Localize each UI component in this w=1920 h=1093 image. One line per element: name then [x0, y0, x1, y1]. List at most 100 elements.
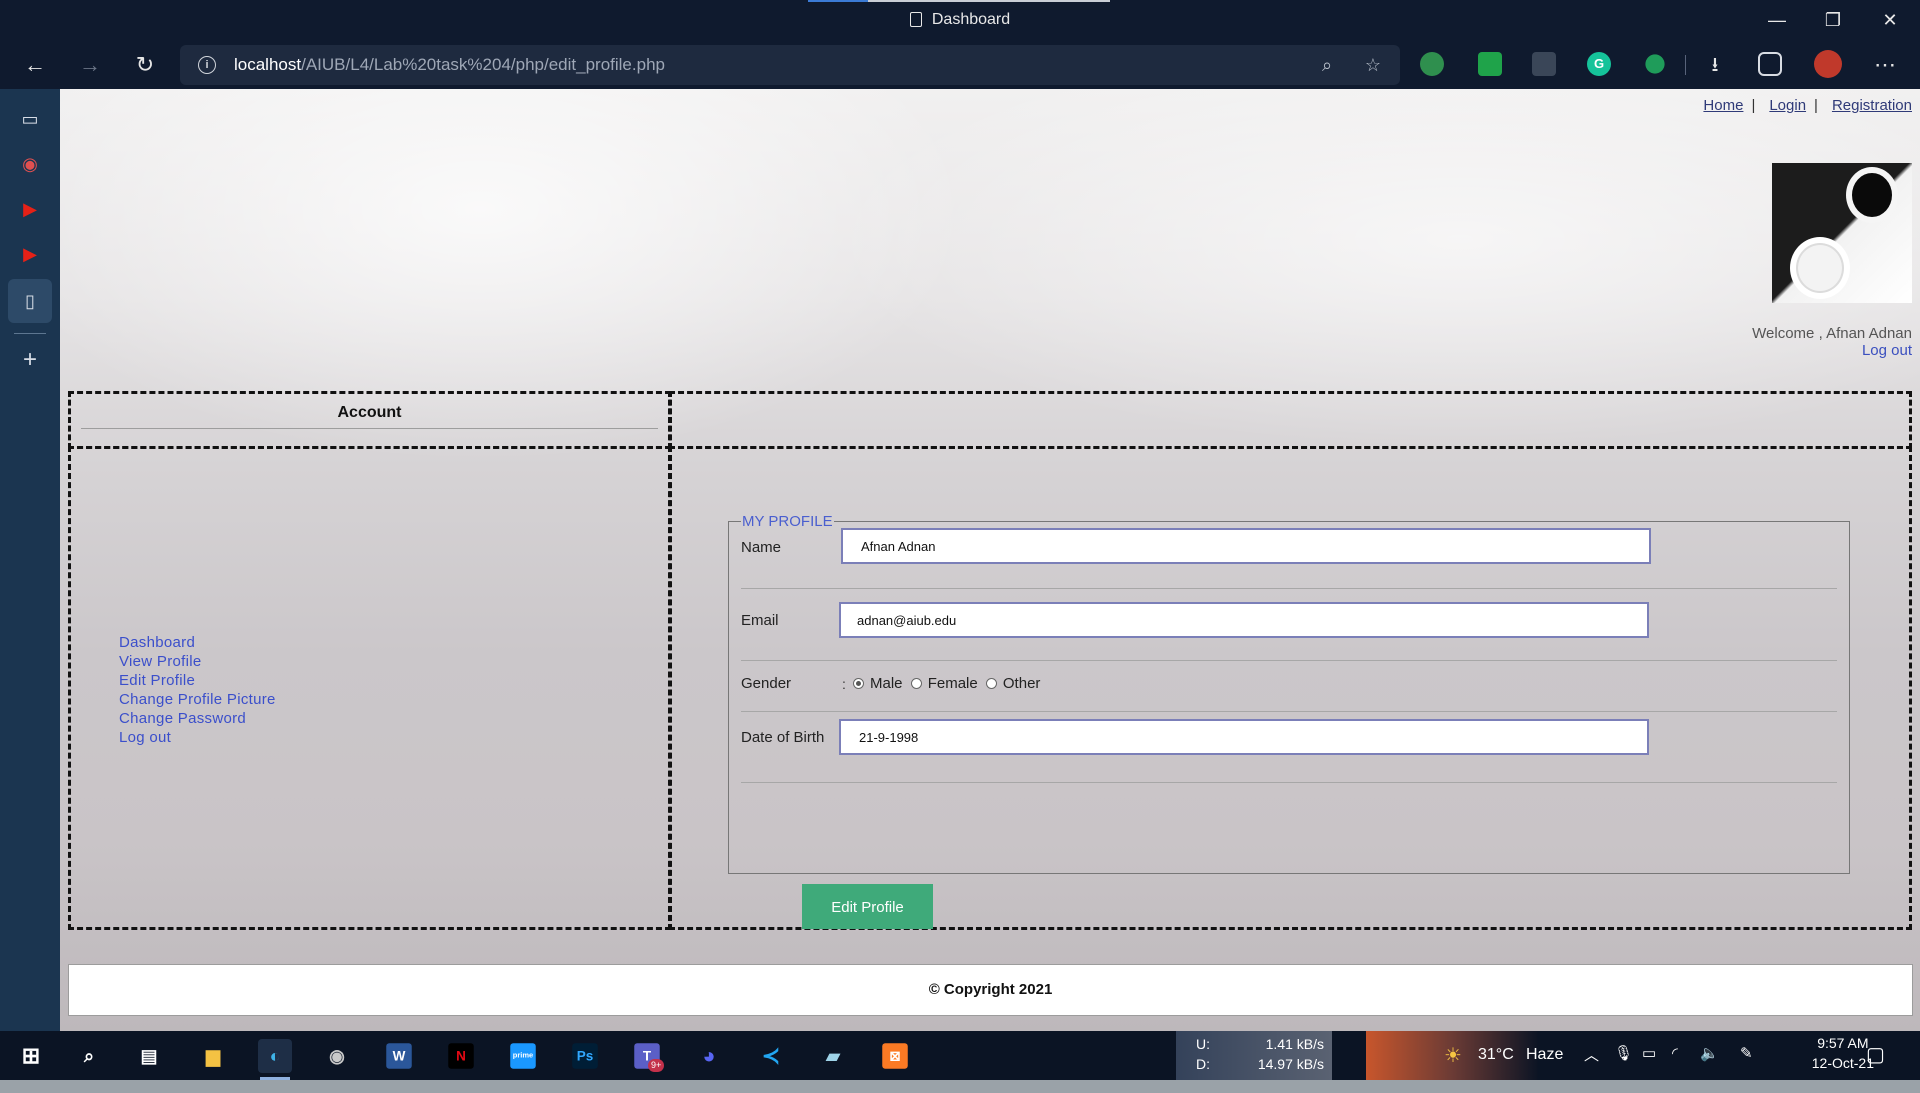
home-link[interactable]: Home [1703, 97, 1743, 114]
temperature: 31°C [1478, 1046, 1514, 1063]
url-path: /AIUB/L4/Lab%20task%204/php/edit_profile… [301, 55, 665, 74]
shield-extension-icon[interactable] [1478, 52, 1502, 76]
forward-button[interactable]: → [75, 51, 105, 79]
profile-avatar[interactable] [1814, 50, 1842, 78]
weather-icon: ☀ [1444, 1045, 1462, 1067]
gender-row: Gender : Male Female Other [741, 660, 1837, 712]
welcome-block: Welcome , Afnan Adnan Log out [1752, 325, 1912, 359]
dob-input[interactable] [839, 719, 1649, 755]
teams-badge: 9+ [648, 1059, 665, 1072]
dashboard-tab-icon[interactable]: ▯ [8, 279, 52, 323]
site-info-icon[interactable]: i [198, 56, 216, 74]
url-text[interactable]: localhost/AIUB/L4/Lab%20task%204/php/edi… [234, 55, 665, 75]
gender-radio-other[interactable] [985, 678, 997, 689]
tab-actions-icon[interactable]: ▭ [17, 106, 43, 132]
xampp-icon[interactable]: ⊠ [882, 1043, 908, 1069]
vscode-icon[interactable]: ≺ [754, 1039, 788, 1073]
gender-radio-female[interactable] [910, 678, 922, 689]
account-title: Account [337, 404, 402, 421]
restore-button[interactable]: ❐ [1818, 8, 1848, 32]
reload-button[interactable]: ↻ [130, 51, 160, 79]
search-icon[interactable]: ⌕ [72, 1039, 106, 1073]
edge-icon[interactable]: ◐ [258, 1039, 292, 1073]
youtube-tab-icon[interactable]: ▶ [17, 196, 43, 222]
menu-item-edit-profile[interactable]: Edit Profile [119, 671, 276, 690]
window-title: Dashboard [0, 11, 1920, 29]
settings-more-button[interactable]: ⋯ [1870, 51, 1900, 79]
gender-option-female: Female [927, 675, 978, 692]
system-clock[interactable]: 9:57 AM 12-Oct-21 [1812, 1033, 1874, 1073]
notifications-icon[interactable]: ▢ [1866, 1042, 1885, 1091]
file-explorer-icon[interactable]: ▆ [196, 1039, 230, 1073]
logout-link-top[interactable]: Log out [1862, 342, 1912, 359]
web-page: Home | Login | Registration Welcome , Afnan … [60, 89, 1920, 1031]
welcome-text: Welcome , Afnan Adnan [1752, 325, 1912, 342]
toolbar-divider [1685, 55, 1686, 75]
discord-icon[interactable]: ◕ [692, 1039, 726, 1073]
gender-label: Gender [741, 675, 792, 692]
microphone-icon[interactable]: 🎙 [1614, 1044, 1633, 1093]
volume-icon[interactable]: 🔈 [1700, 1044, 1719, 1093]
battery-icon[interactable]: ▭ [1642, 1044, 1656, 1093]
minimize-button[interactable]: — [1762, 8, 1792, 32]
registration-link[interactable]: Registration [1832, 97, 1912, 114]
url-host: localhost [234, 55, 302, 74]
add-favorite-icon[interactable]: ☆ [1362, 54, 1384, 76]
prime-video-icon[interactable]: prime [510, 1043, 536, 1069]
address-bar[interactable]: i localhost/AIUB/L4/Lab%20task%204/php/e… [180, 45, 1400, 85]
grammarly-extension-icon[interactable]: G [1587, 52, 1611, 76]
zoom-icon[interactable]: ⌕ [1316, 54, 1338, 76]
obs-icon[interactable]: ◉ [320, 1039, 354, 1073]
menu-item-change-password[interactable]: Change Password [119, 709, 276, 728]
email-input[interactable] [839, 602, 1649, 638]
new-tab-icon[interactable]: + [17, 347, 43, 373]
login-link[interactable]: Login [1769, 97, 1806, 114]
dob-row: Date of Birth : [741, 711, 1837, 783]
name-input[interactable] [841, 528, 1651, 564]
weather-text: Haze [1526, 1046, 1564, 1063]
upload-label: U: [1196, 1036, 1210, 1052]
cup-dark [1852, 173, 1892, 217]
adblock-extension-icon[interactable] [1532, 52, 1556, 76]
page-icon [909, 12, 922, 27]
gender-option-other: Other [1002, 675, 1041, 692]
extension-icon-1[interactable] [1420, 52, 1444, 76]
menu-item-change-profile-picture[interactable]: Change Profile Picture [119, 690, 276, 709]
colon: : [842, 676, 846, 692]
close-window-button[interactable]: ✕ [1875, 8, 1905, 32]
browser-toolbar: ← → ↻ i localhost/AIUB/L4/Lab%20task%204… [0, 41, 1920, 89]
upload-speed: 1.41 kB/s [1265, 1036, 1324, 1052]
photoshop-icon[interactable]: Ps [572, 1043, 598, 1069]
security-extension-icon[interactable] [1645, 54, 1665, 74]
gender-radio-male[interactable] [853, 678, 864, 689]
wifi-icon[interactable]: ◜ [1672, 1044, 1678, 1093]
email-label: Email [741, 612, 779, 629]
notes-app-icon[interactable]: ▰ [816, 1039, 850, 1073]
menu-item-log-out[interactable]: Log out [119, 728, 276, 747]
collections-icon[interactable] [1758, 52, 1782, 76]
window-title-text: Dashboard [931, 11, 1011, 28]
youtube-tab-icon-2[interactable]: ▶ [17, 241, 43, 267]
task-view-icon[interactable]: ▤ [132, 1039, 166, 1073]
netflix-icon[interactable]: N [448, 1043, 474, 1069]
menu-item-view-profile[interactable]: View Profile [119, 652, 276, 671]
profile-picture [1772, 163, 1912, 303]
word-icon[interactable]: W [386, 1043, 412, 1069]
downloads-button[interactable]: ⭳ [1700, 51, 1730, 79]
footer: © Copyright 2021 [68, 964, 1913, 1016]
menu-item-dashboard[interactable]: Dashboard [119, 633, 276, 652]
pen-icon[interactable]: ✎ [1740, 1044, 1753, 1093]
nav-separator: | [1814, 97, 1818, 114]
back-button[interactable]: ← [20, 51, 50, 79]
start-icon[interactable]: ⊞ [14, 1039, 48, 1073]
name-row: Name : [741, 528, 1837, 589]
record-icon[interactable]: ◉ [17, 151, 43, 177]
top-nav: Home | Login | Registration [1703, 97, 1912, 114]
show-hidden-icons[interactable]: ︿ [1584, 1044, 1599, 1093]
edit-profile-button[interactable]: Edit Profile [802, 884, 933, 929]
clock-time: 9:57 AM [1817, 1035, 1869, 1051]
cup-light [1796, 243, 1844, 293]
weather-widget[interactable]: ☀ 31°C Haze [1366, 1031, 1582, 1080]
gender-option-male: Male [870, 675, 903, 692]
email-row: Email : [741, 588, 1837, 661]
